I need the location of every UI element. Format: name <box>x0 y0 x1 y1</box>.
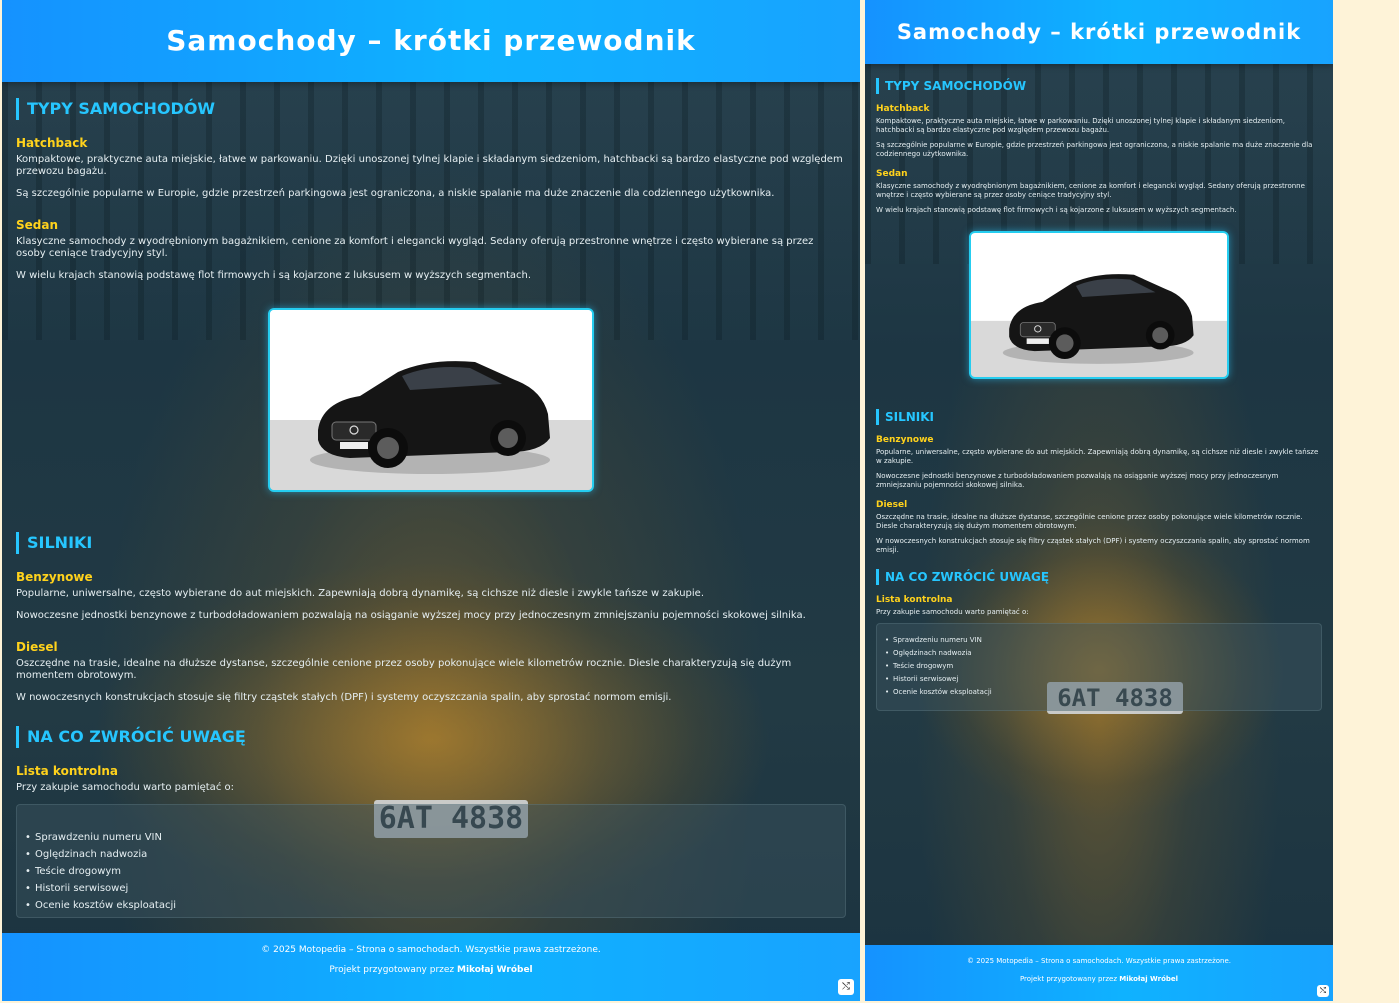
paragraph: Nowoczesne jednostki benzynowe z turbodo… <box>876 472 1279 489</box>
subheading-checklist: Lista kontrolna <box>16 764 119 778</box>
page-header: Samochody – krótki przewodnik <box>865 0 1333 64</box>
subheading-sedan: Sedan <box>876 169 908 179</box>
footer-copyright: © 2025 Motopedia – Strona o samochodach.… <box>261 945 601 955</box>
paragraph: Nowoczesne jednostki benzynowe z turbodo… <box>16 610 806 621</box>
paragraph: W wielu krajach stanowią podstawę flot f… <box>876 206 1237 214</box>
main-content: Typy samochodów Hatchback Kompaktowe, pr… <box>2 98 860 918</box>
subheading-hatchback: Hatchback <box>876 104 930 114</box>
list-item: Teście drogowym <box>25 863 837 880</box>
section-title-engines: Silniki <box>876 409 1322 425</box>
list-item: Oględzinach nadwozia <box>885 647 1313 660</box>
paragraph: Popularne, uniwersalne, często wybierane… <box>16 588 704 599</box>
paragraph: Oszczędne na trasie, idealne na dłuższe … <box>876 513 1303 530</box>
paragraph: Są szczególnie popularne w Europie, gdzi… <box>876 141 1313 158</box>
section-title-attention: Na co zwrócić uwagę <box>876 569 1322 585</box>
list-item: Oględzinach nadwozia <box>25 846 837 863</box>
page-header: Samochody – krótki przewodnik <box>2 0 860 82</box>
paragraph: Kompaktowe, praktyczne auta miejskie, ła… <box>876 117 1285 134</box>
paragraph: Kompaktowe, praktyczne auta miejskie, ła… <box>16 154 843 177</box>
section-title-attention: Na co zwrócić uwagę <box>16 726 846 748</box>
footer-copyright: © 2025 Motopedia – Strona o samochodach.… <box>966 957 1232 965</box>
footer-author: Mikołaj Wróbel <box>457 965 533 975</box>
subheading-hatchback: Hatchback <box>16 136 88 150</box>
paragraph: Klasyczne samochody z wyodrębnionym baga… <box>16 236 814 259</box>
page-title: Samochody – krótki przewodnik <box>166 24 696 57</box>
list-item: Sprawdzeniu numeru VIN <box>25 829 837 846</box>
shuffle-icon[interactable]: ⤭ <box>1317 985 1329 997</box>
subheading-diesel: Diesel <box>16 640 58 654</box>
paragraph: Są szczególnie popularne w Europie, gdzi… <box>16 188 775 199</box>
subheading-petrol: Benzynowe <box>16 570 93 584</box>
checklist: Sprawdzeniu numeru VIN Oględzinach nadwo… <box>876 623 1322 711</box>
section-title-engines: Silniki <box>16 532 846 554</box>
paragraph: W wielu krajach stanowią podstawę flot f… <box>16 270 532 281</box>
checklist: Sprawdzeniu numeru VIN Oględzinach nadwo… <box>16 804 846 918</box>
page-footer: © 2025 Motopedia – Strona o samochodach.… <box>2 933 860 1001</box>
footer-credit: Projekt przygotowany przez Mikołaj Wróbe… <box>1019 975 1179 983</box>
shuffle-icon[interactable]: ⤭ <box>838 979 854 995</box>
paragraph: Klasyczne samochody z wyodrębnionym baga… <box>876 182 1305 199</box>
subheading-petrol: Benzynowe <box>876 435 934 445</box>
page-view-small: 6AT 4838 Samochody – krótki przewodnik T… <box>865 0 1333 1001</box>
list-item: Historii serwisowej <box>25 880 837 897</box>
list-item: Sprawdzeniu numeru VIN <box>885 634 1313 647</box>
paragraph: Popularne, uniwersalne, często wybierane… <box>876 448 1319 465</box>
section-title-types: Typy samochodów <box>16 98 846 120</box>
footer-author: Mikołaj Wróbel <box>1119 975 1179 983</box>
car-image <box>270 310 592 490</box>
section-title-types: Typy samochodów <box>876 78 1322 94</box>
car-photo <box>969 231 1229 379</box>
list-item: Teście drogowym <box>885 660 1313 673</box>
page-view-large: 6AT 4838 Samochody – krótki przewodnik T… <box>2 0 860 1001</box>
subheading-sedan: Sedan <box>16 218 59 232</box>
paragraph: Przy zakupie samochodu warto pamiętać o: <box>876 608 1029 616</box>
page-title: Samochody – krótki przewodnik <box>896 20 1302 44</box>
paragraph: Oszczędne na trasie, idealne na dłuższe … <box>16 658 792 681</box>
footer-credit: Projekt przygotowany przez Mikołaj Wróbe… <box>329 965 533 975</box>
subheading-checklist: Lista kontrolna <box>876 595 953 605</box>
page-footer: © 2025 Motopedia – Strona o samochodach.… <box>865 945 1333 1001</box>
paragraph: W nowoczesnych konstrukcjach stosuje się… <box>16 692 672 703</box>
car-image <box>971 233 1227 377</box>
list-item: Ocenie kosztów eksploatacji <box>885 686 1313 699</box>
car-photo <box>268 308 594 492</box>
paragraph: W nowoczesnych konstrukcjach stosuje się… <box>876 537 1310 554</box>
main-content: Typy samochodów Hatchback Kompaktowe, pr… <box>865 78 1333 711</box>
list-item: Historii serwisowej <box>885 673 1313 686</box>
paragraph: Przy zakupie samochodu warto pamiętać o: <box>16 782 234 793</box>
subheading-diesel: Diesel <box>876 500 908 510</box>
list-item: Ocenie kosztów eksploatacji <box>25 897 837 914</box>
